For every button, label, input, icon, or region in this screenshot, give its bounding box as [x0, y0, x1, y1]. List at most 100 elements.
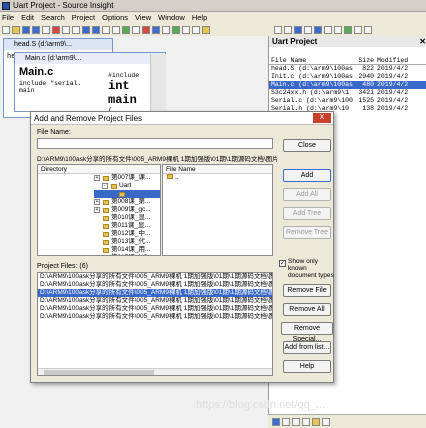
menu-edit[interactable]: Edit	[21, 13, 34, 22]
copy-icon[interactable]	[62, 25, 70, 34]
back-icon[interactable]	[274, 25, 282, 34]
new-icon[interactable]	[2, 25, 10, 34]
table-row[interactable]: head.S (d:\arm9\100as 822 2019/4/2	[269, 65, 426, 73]
add-all-button[interactable]: Add All	[283, 188, 331, 201]
head-s-tab[interactable]: head.S (d:\arm9\...	[4, 39, 112, 50]
forward-icon[interactable]	[284, 25, 292, 34]
nav-icon[interactable]	[354, 25, 362, 34]
symbol-icon[interactable]	[172, 25, 180, 34]
open-icon[interactable]	[12, 25, 20, 34]
nav-icon[interactable]	[304, 25, 312, 34]
tree-item[interactable]	[94, 190, 160, 198]
project-file-item[interactable]: D:\ARM9\100ask分享的所有文件\005_ARM9裸机 1期加强版\0…	[38, 297, 272, 305]
file-list-panel[interactable]: File Name ..	[162, 164, 273, 256]
print-icon[interactable]	[42, 25, 50, 34]
browse-icon[interactable]	[162, 25, 170, 34]
panel-tool-icon[interactable]	[292, 417, 300, 426]
panel-tool-icon[interactable]	[322, 417, 330, 426]
menu-project[interactable]: Project	[72, 13, 95, 22]
cut-icon[interactable]	[52, 25, 60, 34]
add-tree-button[interactable]: Add Tree	[283, 207, 331, 220]
panel-tool-icon[interactable]	[282, 417, 290, 426]
tree-item-label: 第014课_用...	[111, 246, 151, 253]
menu-options[interactable]: Options	[102, 13, 128, 22]
nav-icon[interactable]	[314, 25, 322, 34]
help-button[interactable]: Help	[283, 360, 331, 373]
col-file-name[interactable]: File Name	[271, 57, 357, 64]
search-files-icon[interactable]	[122, 25, 130, 34]
nav-icon[interactable]	[344, 25, 352, 34]
lookup-icon[interactable]	[132, 25, 140, 34]
project-file-item[interactable]: D:\ARM9\100ask分享的所有文件\005_ARM9裸机 1期加强版\0…	[38, 281, 272, 289]
table-row[interactable]: Init.c (d:\arm9\100as 2940 2019/4/2	[269, 73, 426, 81]
window-icon[interactable]	[182, 25, 190, 34]
add-from-list-button[interactable]: Add from list...	[283, 341, 331, 354]
project-file-item[interactable]: D:\ARM9\100ask分享的所有文件\005_ARM9裸机 1期加强版\0…	[38, 289, 272, 297]
horizontal-scrollbar[interactable]	[38, 368, 272, 375]
layout-icon[interactable]	[192, 25, 200, 34]
directory-panel[interactable]: Directory + 第007课_课... - Uart + 第008课_第... + 第0…	[37, 164, 161, 256]
tree-item[interactable]: + 第007课_课...	[94, 174, 160, 182]
col-size[interactable]: Size	[357, 57, 377, 64]
project-files-list[interactable]: D:\ARM9\100ask分享的所有文件\005_ARM9裸机 1期加强版\0…	[37, 272, 273, 376]
save-all-icon[interactable]	[32, 25, 40, 34]
project-file-item[interactable]: D:\ARM9\100ask分享的所有文件\005_ARM9裸机 1期加强版\0…	[38, 273, 272, 281]
tree-item[interactable]: 第011课_显...	[94, 222, 160, 230]
tree-item[interactable]: 第014课_用...	[94, 246, 160, 254]
table-row[interactable]: Main.c (d:\arm9\100as 480 2019/4/2	[269, 81, 426, 89]
cell-date: 2019/4/2	[377, 81, 409, 88]
panel-tool-icon[interactable]	[302, 417, 310, 426]
paste-icon[interactable]	[72, 25, 80, 34]
jump-icon[interactable]	[152, 25, 160, 34]
menu-view[interactable]: View	[135, 13, 151, 22]
redo-icon[interactable]	[92, 25, 100, 34]
nav-icon[interactable]	[364, 25, 372, 34]
tree-item[interactable]: 第015课_NC...	[94, 254, 160, 255]
cell-size: 138	[362, 105, 374, 112]
nav-icon[interactable]	[294, 25, 302, 34]
find-icon[interactable]	[102, 25, 110, 34]
scrollbar-thumb[interactable]	[44, 370, 154, 375]
expand-icon[interactable]: -	[102, 183, 108, 189]
main-c-tab[interactable]: Main.c (d:\arm9\...	[15, 53, 165, 64]
panel-tool-icon[interactable]	[312, 417, 320, 426]
project-icon[interactable]	[202, 25, 210, 34]
tree-item[interactable]: 第010课_显...	[94, 214, 160, 222]
add-button[interactable]: Add	[283, 169, 331, 182]
tree-item[interactable]: - Uart	[94, 182, 160, 190]
menu-search[interactable]: Search	[41, 13, 65, 22]
tree-item[interactable]: 第012课_中...	[94, 230, 160, 238]
menu-file[interactable]: File	[2, 13, 14, 22]
remove-all-button[interactable]: Remove All	[283, 303, 331, 316]
table-row[interactable]: S3c24xx.h (d:\arm9\1 3421 2019/4/2	[269, 89, 426, 97]
tree-item[interactable]: + 第009课_gc...	[94, 206, 160, 214]
expand-icon[interactable]: +	[94, 199, 100, 205]
save-icon[interactable]	[22, 25, 30, 34]
dialog-close-icon[interactable]: X	[313, 113, 331, 123]
bookmark-icon[interactable]	[142, 25, 150, 34]
remove-tree-button[interactable]: Remove Tree	[283, 226, 331, 239]
table-row[interactable]: Serial.c (d:\arm9\100 1525 2019/4/2	[269, 97, 426, 105]
panel-tool-icon[interactable]	[272, 417, 280, 426]
close-button[interactable]: Close	[283, 139, 331, 152]
tree-item[interactable]: + 第008课_第...	[94, 198, 160, 206]
panel-close-icon[interactable]: ✕	[419, 36, 426, 47]
project-file-item[interactable]: D:\ARM9\100ask分享的所有文件\005_ARM9裸机 1期加强版\0…	[38, 313, 272, 321]
nav-icon[interactable]	[334, 25, 342, 34]
nav-icon[interactable]	[324, 25, 332, 34]
remove-special-button[interactable]: Remove Special...	[281, 322, 333, 343]
col-modified[interactable]: Modified	[377, 57, 421, 64]
menu-window[interactable]: Window	[158, 13, 185, 22]
replace-icon[interactable]	[112, 25, 120, 34]
folder-icon	[103, 247, 109, 253]
remove-file-button[interactable]: Remove File	[283, 284, 331, 297]
parent-dir-item[interactable]: ..	[163, 174, 272, 182]
tree-item[interactable]: 第013课_代...	[94, 238, 160, 246]
undo-icon[interactable]	[82, 25, 90, 34]
expand-icon[interactable]: +	[94, 207, 100, 213]
show-known-checkbox[interactable]: ✓	[279, 260, 286, 267]
file-name-input[interactable]	[37, 138, 273, 149]
project-file-item[interactable]: D:\ARM9\100ask分享的所有文件\005_ARM9裸机 1期加强版\0…	[38, 305, 272, 313]
expand-icon[interactable]: +	[94, 175, 100, 181]
menu-help[interactable]: Help	[192, 13, 207, 22]
